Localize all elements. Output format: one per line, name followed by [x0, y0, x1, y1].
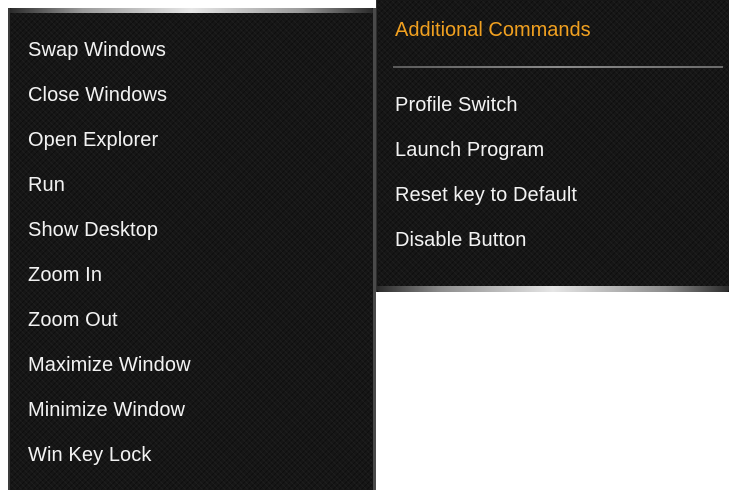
menu-item-open-explorer[interactable]: Open Explorer: [28, 128, 158, 152]
menu-item-show-desktop[interactable]: Show Desktop: [28, 218, 158, 242]
menu-item-run[interactable]: Run: [28, 173, 65, 197]
submenu-header: Additional Commands: [395, 19, 591, 41]
menu-item-launch-program[interactable]: Launch Program: [395, 138, 544, 162]
menu-item-reset-key-default[interactable]: Reset key to Default: [395, 183, 577, 207]
menu-item-close-windows[interactable]: Close Windows: [28, 83, 167, 107]
menu-item-swap-windows[interactable]: Swap Windows: [28, 38, 166, 62]
menu-item-win-key-lock[interactable]: Win Key Lock: [28, 443, 151, 467]
menu-item-minimize-window[interactable]: Minimize Window: [28, 398, 185, 422]
screen: Swap Windows Close Windows Open Explorer…: [0, 0, 729, 490]
menu-item-disable-button[interactable]: Disable Button: [395, 228, 526, 252]
menu-item-zoom-in[interactable]: Zoom In: [28, 263, 102, 287]
additional-commands-submenu: Additional Commands Profile Switch Launc…: [376, 0, 729, 292]
menu-item-maximize-window[interactable]: Maximize Window: [28, 353, 191, 377]
menu-item-profile-switch[interactable]: Profile Switch: [395, 93, 518, 117]
menu-item-zoom-out[interactable]: Zoom Out: [28, 308, 118, 332]
menu-top-edge: [10, 8, 373, 13]
submenu-bottom-edge: [377, 286, 729, 292]
commands-menu: Swap Windows Close Windows Open Explorer…: [8, 8, 376, 490]
submenu-divider: [393, 66, 723, 68]
